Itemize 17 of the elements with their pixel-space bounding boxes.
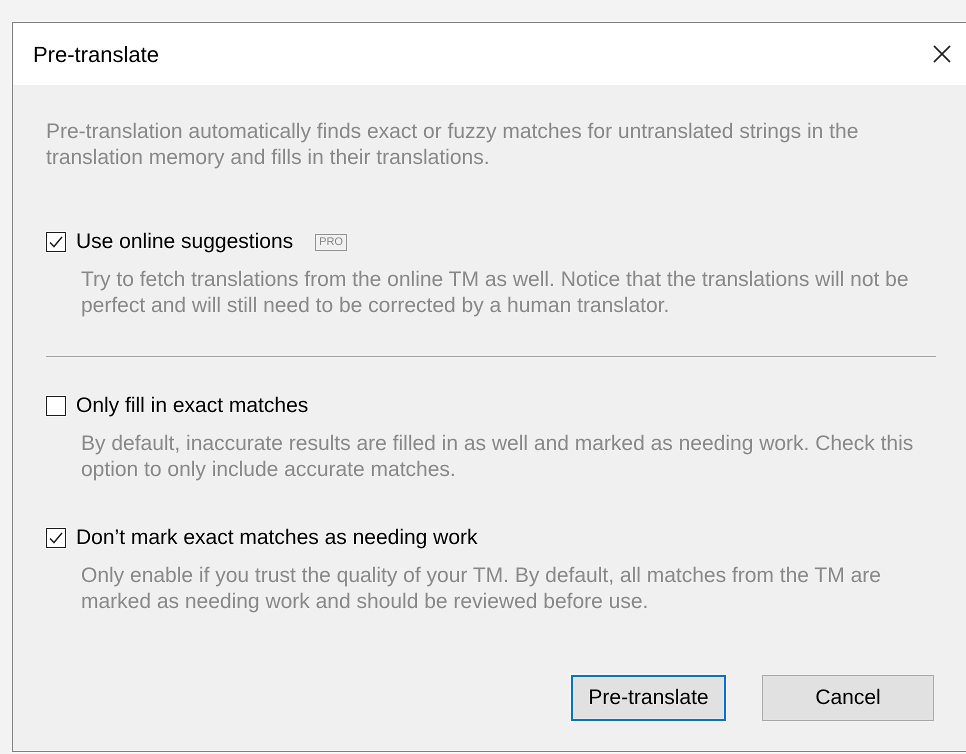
checkbox[interactable] (46, 232, 66, 252)
dialog-button[interactable]: Cancel (762, 675, 934, 721)
dialog-button[interactable]: Pre-translate (571, 675, 726, 721)
close-icon (932, 44, 952, 64)
option-description: By default, inaccurate results are filled in as well and marked as needing work. Check this option to only include accurate matches. (81, 431, 914, 483)
window-title: Pre-translate (33, 40, 159, 68)
option-label[interactable]: Don’t mark exact matches as needing work (76, 522, 478, 554)
option-description: Only enable if you trust the quality of your TM. By default, all matches from the TM are marked as needing work and should be reviewed before use. (81, 563, 882, 615)
checkmark-icon (48, 234, 64, 250)
checkmark-icon (48, 530, 64, 546)
checkbox[interactable] (46, 396, 66, 416)
option-label[interactable]: Use online suggestions (76, 226, 294, 258)
intro-text: Pre-translation automatically finds exact or fuzzy matches for untranslated strings in the translation memory and fills in their translations. (46, 119, 860, 171)
option-label[interactable]: Only fill in exact matches (76, 390, 308, 422)
checkbox[interactable] (46, 528, 66, 548)
pro-badge: PRO (315, 234, 347, 250)
option-description: Try to fetch translations from the online TM as well. Notice that the translations will not be perfect and will still need to be corrected by a human translator. (81, 267, 910, 319)
